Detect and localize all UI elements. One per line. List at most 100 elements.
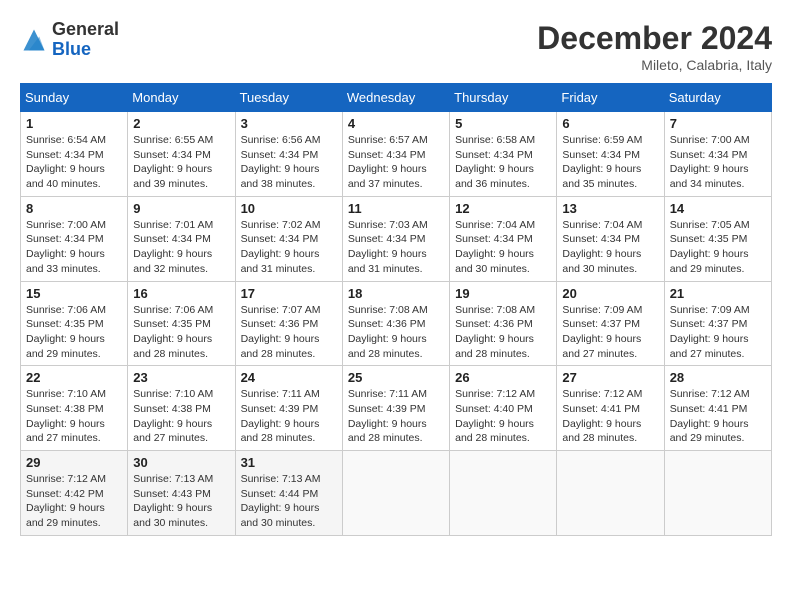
calendar-cell: 13 Sunrise: 7:04 AMSunset: 4:34 PMDaylig…: [557, 196, 664, 281]
day-info: Sunrise: 7:06 AMSunset: 4:35 PMDaylight:…: [26, 303, 122, 362]
day-info: Sunrise: 7:01 AMSunset: 4:34 PMDaylight:…: [133, 218, 229, 277]
day-info: Sunrise: 7:12 AMSunset: 4:40 PMDaylight:…: [455, 387, 551, 446]
day-info: Sunrise: 7:12 AMSunset: 4:41 PMDaylight:…: [670, 387, 766, 446]
day-number: 26: [455, 370, 551, 385]
day-number: 12: [455, 201, 551, 216]
weekday-header-monday: Monday: [128, 84, 235, 112]
calendar-cell: 21 Sunrise: 7:09 AMSunset: 4:37 PMDaylig…: [664, 281, 771, 366]
calendar-cell: 15 Sunrise: 7:06 AMSunset: 4:35 PMDaylig…: [21, 281, 128, 366]
day-number: 6: [562, 116, 658, 131]
title-block: December 2024 Mileto, Calabria, Italy: [537, 20, 772, 73]
calendar-cell: 28 Sunrise: 7:12 AMSunset: 4:41 PMDaylig…: [664, 366, 771, 451]
day-info: Sunrise: 7:13 AMSunset: 4:44 PMDaylight:…: [241, 472, 337, 531]
calendar-cell: [450, 451, 557, 536]
day-number: 18: [348, 286, 444, 301]
calendar-table: SundayMondayTuesdayWednesdayThursdayFrid…: [20, 83, 772, 536]
weekday-header-thursday: Thursday: [450, 84, 557, 112]
calendar-cell: 16 Sunrise: 7:06 AMSunset: 4:35 PMDaylig…: [128, 281, 235, 366]
day-number: 31: [241, 455, 337, 470]
day-info: Sunrise: 6:54 AMSunset: 4:34 PMDaylight:…: [26, 133, 122, 192]
weekday-header-friday: Friday: [557, 84, 664, 112]
day-number: 1: [26, 116, 122, 131]
day-info: Sunrise: 7:04 AMSunset: 4:34 PMDaylight:…: [562, 218, 658, 277]
logo: General Blue: [20, 20, 119, 60]
calendar-cell: 30 Sunrise: 7:13 AMSunset: 4:43 PMDaylig…: [128, 451, 235, 536]
day-number: 7: [670, 116, 766, 131]
day-info: Sunrise: 7:13 AMSunset: 4:43 PMDaylight:…: [133, 472, 229, 531]
day-number: 8: [26, 201, 122, 216]
weekday-header-sunday: Sunday: [21, 84, 128, 112]
day-info: Sunrise: 6:57 AMSunset: 4:34 PMDaylight:…: [348, 133, 444, 192]
day-number: 22: [26, 370, 122, 385]
day-info: Sunrise: 7:10 AMSunset: 4:38 PMDaylight:…: [26, 387, 122, 446]
calendar-week-row: 22 Sunrise: 7:10 AMSunset: 4:38 PMDaylig…: [21, 366, 772, 451]
calendar-week-row: 1 Sunrise: 6:54 AMSunset: 4:34 PMDayligh…: [21, 112, 772, 197]
day-number: 5: [455, 116, 551, 131]
day-info: Sunrise: 7:11 AMSunset: 4:39 PMDaylight:…: [348, 387, 444, 446]
day-number: 3: [241, 116, 337, 131]
calendar-cell: 7 Sunrise: 7:00 AMSunset: 4:34 PMDayligh…: [664, 112, 771, 197]
weekday-header-tuesday: Tuesday: [235, 84, 342, 112]
calendar-cell: 19 Sunrise: 7:08 AMSunset: 4:36 PMDaylig…: [450, 281, 557, 366]
day-info: Sunrise: 6:55 AMSunset: 4:34 PMDaylight:…: [133, 133, 229, 192]
day-info: Sunrise: 7:04 AMSunset: 4:34 PMDaylight:…: [455, 218, 551, 277]
calendar-cell: 1 Sunrise: 6:54 AMSunset: 4:34 PMDayligh…: [21, 112, 128, 197]
day-info: Sunrise: 7:00 AMSunset: 4:34 PMDaylight:…: [26, 218, 122, 277]
calendar-cell: 14 Sunrise: 7:05 AMSunset: 4:35 PMDaylig…: [664, 196, 771, 281]
day-info: Sunrise: 6:59 AMSunset: 4:34 PMDaylight:…: [562, 133, 658, 192]
calendar-cell: 2 Sunrise: 6:55 AMSunset: 4:34 PMDayligh…: [128, 112, 235, 197]
day-number: 14: [670, 201, 766, 216]
calendar-cell: 5 Sunrise: 6:58 AMSunset: 4:34 PMDayligh…: [450, 112, 557, 197]
day-number: 24: [241, 370, 337, 385]
day-number: 17: [241, 286, 337, 301]
day-info: Sunrise: 7:12 AMSunset: 4:42 PMDaylight:…: [26, 472, 122, 531]
day-info: Sunrise: 7:05 AMSunset: 4:35 PMDaylight:…: [670, 218, 766, 277]
calendar-cell: 24 Sunrise: 7:11 AMSunset: 4:39 PMDaylig…: [235, 366, 342, 451]
day-number: 19: [455, 286, 551, 301]
day-number: 9: [133, 201, 229, 216]
day-info: Sunrise: 6:58 AMSunset: 4:34 PMDaylight:…: [455, 133, 551, 192]
calendar-cell: 6 Sunrise: 6:59 AMSunset: 4:34 PMDayligh…: [557, 112, 664, 197]
day-number: 15: [26, 286, 122, 301]
location-subtitle: Mileto, Calabria, Italy: [537, 57, 772, 73]
calendar-cell: 9 Sunrise: 7:01 AMSunset: 4:34 PMDayligh…: [128, 196, 235, 281]
calendar-cell: 8 Sunrise: 7:00 AMSunset: 4:34 PMDayligh…: [21, 196, 128, 281]
calendar-cell: 26 Sunrise: 7:12 AMSunset: 4:40 PMDaylig…: [450, 366, 557, 451]
day-info: Sunrise: 7:08 AMSunset: 4:36 PMDaylight:…: [455, 303, 551, 362]
logo-icon: [20, 26, 48, 54]
calendar-cell: 31 Sunrise: 7:13 AMSunset: 4:44 PMDaylig…: [235, 451, 342, 536]
day-number: 27: [562, 370, 658, 385]
day-info: Sunrise: 7:09 AMSunset: 4:37 PMDaylight:…: [670, 303, 766, 362]
day-info: Sunrise: 7:07 AMSunset: 4:36 PMDaylight:…: [241, 303, 337, 362]
weekday-header-wednesday: Wednesday: [342, 84, 449, 112]
calendar-cell: 17 Sunrise: 7:07 AMSunset: 4:36 PMDaylig…: [235, 281, 342, 366]
calendar-cell: 18 Sunrise: 7:08 AMSunset: 4:36 PMDaylig…: [342, 281, 449, 366]
day-info: Sunrise: 7:00 AMSunset: 4:34 PMDaylight:…: [670, 133, 766, 192]
weekday-header-saturday: Saturday: [664, 84, 771, 112]
day-number: 28: [670, 370, 766, 385]
calendar-cell: 25 Sunrise: 7:11 AMSunset: 4:39 PMDaylig…: [342, 366, 449, 451]
day-number: 16: [133, 286, 229, 301]
day-info: Sunrise: 7:12 AMSunset: 4:41 PMDaylight:…: [562, 387, 658, 446]
day-number: 29: [26, 455, 122, 470]
day-number: 25: [348, 370, 444, 385]
day-number: 13: [562, 201, 658, 216]
day-info: Sunrise: 7:02 AMSunset: 4:34 PMDaylight:…: [241, 218, 337, 277]
calendar-cell: 27 Sunrise: 7:12 AMSunset: 4:41 PMDaylig…: [557, 366, 664, 451]
calendar-cell: [664, 451, 771, 536]
day-number: 23: [133, 370, 229, 385]
calendar-week-row: 8 Sunrise: 7:00 AMSunset: 4:34 PMDayligh…: [21, 196, 772, 281]
day-info: Sunrise: 7:11 AMSunset: 4:39 PMDaylight:…: [241, 387, 337, 446]
day-info: Sunrise: 7:09 AMSunset: 4:37 PMDaylight:…: [562, 303, 658, 362]
day-info: Sunrise: 7:10 AMSunset: 4:38 PMDaylight:…: [133, 387, 229, 446]
day-number: 30: [133, 455, 229, 470]
calendar-cell: 22 Sunrise: 7:10 AMSunset: 4:38 PMDaylig…: [21, 366, 128, 451]
calendar-cell: 12 Sunrise: 7:04 AMSunset: 4:34 PMDaylig…: [450, 196, 557, 281]
calendar-cell: 10 Sunrise: 7:02 AMSunset: 4:34 PMDaylig…: [235, 196, 342, 281]
calendar-cell: 11 Sunrise: 7:03 AMSunset: 4:34 PMDaylig…: [342, 196, 449, 281]
day-info: Sunrise: 6:56 AMSunset: 4:34 PMDaylight:…: [241, 133, 337, 192]
logo-text: General Blue: [52, 20, 119, 60]
calendar-week-row: 29 Sunrise: 7:12 AMSunset: 4:42 PMDaylig…: [21, 451, 772, 536]
calendar-cell: [557, 451, 664, 536]
calendar-cell: [342, 451, 449, 536]
